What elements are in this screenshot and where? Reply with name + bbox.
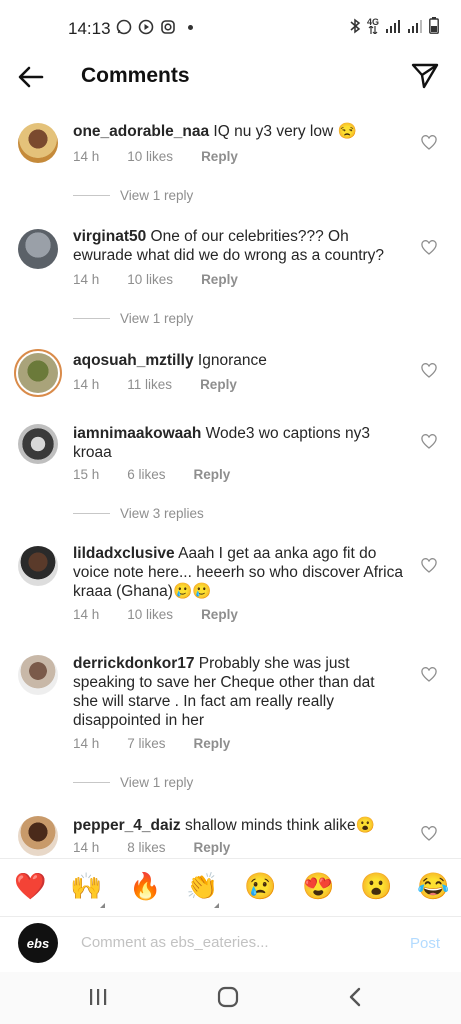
view-replies-link[interactable]: View 1 reply — [73, 775, 193, 790]
signal-icon-2 — [408, 19, 422, 33]
like-heart-icon[interactable] — [421, 434, 437, 450]
comment-time: 15 h — [73, 467, 100, 482]
avatar[interactable] — [14, 349, 62, 397]
like-heart-icon[interactable] — [421, 667, 437, 683]
comment-time: 14 h — [73, 149, 100, 164]
comment-input[interactable] — [81, 934, 381, 951]
reply-button[interactable]: Reply — [194, 736, 231, 751]
recent-apps-icon[interactable] — [88, 986, 108, 1008]
emoji-heart[interactable]: ❤️ — [14, 871, 46, 901]
comment-username[interactable]: derrickdonkor17 — [73, 655, 194, 672]
comment-username[interactable]: lildadxclusive — [73, 545, 175, 562]
comment-text: Ignorance — [197, 352, 267, 369]
comment-likes[interactable]: 8 likes — [127, 840, 165, 855]
comment-likes[interactable]: 10 likes — [127, 272, 173, 287]
comment-time: 14 h — [73, 736, 100, 751]
comment-username[interactable]: aqosuah_mztilly — [73, 352, 194, 369]
header: Comments — [0, 54, 461, 100]
avatar[interactable] — [18, 546, 58, 586]
send-icon[interactable] — [410, 60, 440, 90]
comment-likes[interactable]: 10 likes — [127, 607, 173, 622]
status-time: 14:13 — [68, 19, 111, 38]
avatar[interactable] — [18, 655, 58, 695]
bluetooth-icon — [350, 18, 361, 33]
comment-username[interactable]: virginat50 — [73, 228, 146, 245]
avatar[interactable] — [18, 424, 58, 464]
my-avatar: ebs — [18, 923, 58, 963]
page-title: Comments — [81, 64, 190, 87]
emoji-surprised[interactable]: 😮 — [360, 871, 392, 901]
like-heart-icon[interactable] — [421, 558, 437, 574]
comment-likes[interactable]: 10 likes — [127, 149, 173, 164]
post-button[interactable]: Post — [410, 935, 440, 952]
emoji-raised-hands[interactable]: 🙌 — [70, 871, 102, 901]
emoji-fire[interactable]: 🔥 — [129, 871, 161, 901]
comment-likes[interactable]: 7 likes — [127, 736, 165, 751]
reply-button[interactable]: Reply — [200, 377, 237, 392]
notification-dot — [188, 24, 193, 30]
status-bar: 14:13 4G — [0, 0, 461, 54]
avatar[interactable] — [18, 229, 58, 269]
back-arrow-icon[interactable] — [16, 62, 46, 92]
comment-time: 14 h — [73, 607, 100, 622]
reply-button[interactable]: Reply — [201, 149, 238, 164]
comment-username[interactable]: iamnimaakowaah — [73, 425, 201, 442]
signal-icon — [386, 19, 400, 33]
comment-time: 14 h — [73, 377, 100, 392]
battery-icon — [429, 17, 439, 34]
emoji-reactions-bar: ❤️ 🙌 🔥 👏 😢 😍 😮 😂 — [0, 858, 461, 916]
comment-time: 14 h — [73, 840, 100, 855]
comment-text: IQ nu y3 very low 😒 — [213, 123, 357, 140]
comment-username[interactable]: one_adorable_naa — [73, 123, 209, 140]
emoji-clap[interactable]: 👏 — [186, 871, 218, 901]
view-replies-link[interactable]: View 1 reply — [73, 311, 193, 326]
comment-username[interactable]: pepper_4_daiz — [73, 817, 181, 834]
instagram-icon — [161, 20, 175, 34]
emoji-crying[interactable]: 😢 — [244, 871, 276, 901]
like-heart-icon[interactable] — [421, 135, 437, 151]
like-heart-icon[interactable] — [421, 363, 437, 379]
comment-time: 14 h — [73, 272, 100, 287]
network-type: 4G — [367, 17, 379, 34]
view-replies-link[interactable]: View 1 reply — [73, 188, 193, 203]
whatsapp-icon — [116, 19, 132, 35]
emoji-heart-eyes[interactable]: 😍 — [302, 871, 334, 901]
reply-button[interactable]: Reply — [194, 840, 231, 855]
avatar[interactable] — [18, 123, 58, 163]
view-replies-link[interactable]: View 3 replies — [73, 506, 204, 521]
nav-back-icon[interactable] — [347, 986, 363, 1008]
like-heart-icon[interactable] — [421, 240, 437, 256]
comment-text: shallow minds think alike😮 — [185, 817, 375, 834]
system-nav-bar — [0, 972, 461, 1024]
comment-composer: ebs Post — [0, 916, 461, 972]
home-icon[interactable] — [216, 986, 240, 1008]
play-icon — [138, 19, 154, 35]
avatar[interactable] — [18, 816, 58, 856]
emoji-laughing[interactable]: 😂 — [417, 871, 449, 901]
comment-likes[interactable]: 6 likes — [127, 467, 165, 482]
comment-likes[interactable]: 11 likes — [127, 377, 172, 392]
comments-list[interactable]: one_adorable_naa IQ nu y3 very low 😒 14 … — [0, 100, 461, 858]
reply-button[interactable]: Reply — [201, 607, 238, 622]
reply-button[interactable]: Reply — [201, 272, 238, 287]
like-heart-icon[interactable] — [421, 826, 437, 842]
reply-button[interactable]: Reply — [194, 467, 231, 482]
